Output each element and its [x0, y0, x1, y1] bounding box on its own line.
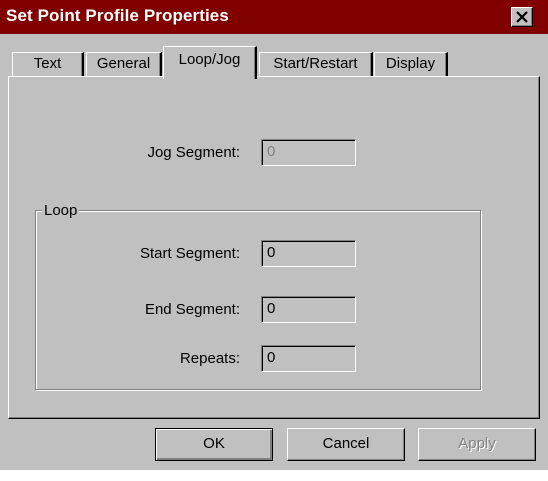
tab-start-restart[interactable]: Start/Restart [259, 52, 373, 76]
title-bar[interactable]: Set Point Profile Properties [0, 0, 548, 34]
properties-dialog: Set Point Profile Properties Text Genera… [0, 0, 548, 470]
start-segment-label: Start Segment: [139, 245, 240, 262]
bottom-strip [0, 470, 548, 481]
loop-group-title: Loop [42, 202, 80, 219]
jog-segment-label: Jog Segment: [147, 144, 240, 161]
apply-button[interactable]: Apply [418, 428, 536, 461]
jog-segment-field[interactable]: 0 [261, 139, 356, 166]
end-segment-label: End Segment: [144, 301, 240, 318]
tab-label: Display [385, 55, 436, 72]
close-button[interactable] [511, 7, 533, 27]
tab-text[interactable]: Text [12, 52, 84, 76]
close-icon [516, 11, 528, 23]
tab-label: General [96, 55, 151, 72]
tab-label: Start/Restart [273, 55, 358, 72]
tab-loop-jog[interactable]: Loop/Jog [163, 46, 257, 79]
window-title: Set Point Profile Properties [6, 6, 229, 25]
ok-button[interactable]: OK [155, 428, 273, 461]
tab-general[interactable]: General [86, 52, 162, 76]
repeats-field[interactable]: 0 [261, 345, 356, 372]
cancel-button[interactable]: Cancel [287, 428, 405, 461]
tab-display[interactable]: Display [374, 52, 448, 76]
tab-label: Text [33, 55, 62, 72]
start-segment-field[interactable]: 0 [261, 240, 356, 267]
end-segment-field[interactable]: 0 [261, 296, 356, 323]
tab-label: Loop/Jog [178, 51, 241, 68]
repeats-label: Repeats: [179, 350, 240, 367]
